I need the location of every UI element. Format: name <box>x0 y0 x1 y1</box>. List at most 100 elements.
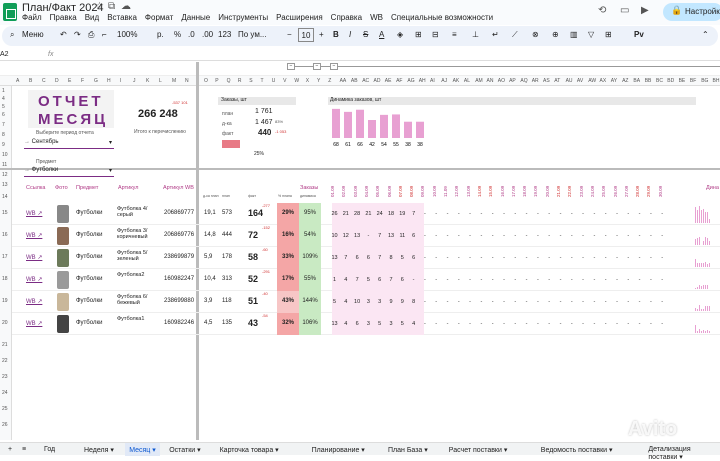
col-header-AA[interactable]: AA <box>340 78 347 84</box>
bold-icon[interactable]: B <box>333 30 339 39</box>
row-header-4[interactable]: 4 <box>2 96 5 102</box>
col-header-G[interactable]: G <box>94 78 98 84</box>
menu-item-3[interactable]: Вставка <box>107 13 137 22</box>
row-header-7[interactable]: 7 <box>2 122 5 128</box>
col-header-AC[interactable]: AC <box>362 78 369 84</box>
row-header-16[interactable]: 16 <box>2 232 8 238</box>
row-header-17[interactable]: 17 <box>2 254 8 260</box>
menu-item-1[interactable]: Правка <box>50 13 77 22</box>
menu-search[interactable]: Меню <box>22 30 44 39</box>
col-header-D[interactable]: D <box>55 78 59 84</box>
wb-link[interactable]: WB ↗ <box>26 320 42 327</box>
row-header-9[interactable]: 9 <box>2 142 5 148</box>
wrap-icon[interactable]: ↵ <box>492 30 499 39</box>
menu-item-10[interactable]: Специальные возможности <box>391 13 493 22</box>
tab-4[interactable]: Карточка товара ▾ <box>216 446 283 454</box>
format-button[interactable]: 123 <box>218 30 231 39</box>
percent-button[interactable]: % <box>174 30 181 39</box>
row-header-12[interactable]: 12 <box>2 172 8 178</box>
search-icon[interactable]: ⌕ <box>10 30 14 40</box>
menu-item-4[interactable]: Формат <box>145 13 173 22</box>
col-header-AW[interactable]: AW <box>588 78 596 84</box>
row-header-14[interactable]: 14 <box>2 194 8 200</box>
col-header-AN[interactable]: AN <box>487 78 494 84</box>
tab-0[interactable]: Год <box>40 446 59 453</box>
col-header-AD[interactable]: AD <box>374 78 381 84</box>
name-box[interactable]: A2 <box>0 51 9 58</box>
col-header-AU[interactable]: AU <box>566 78 573 84</box>
video-call-icon[interactable]: ▶ <box>641 5 649 16</box>
menu-item-2[interactable]: Вид <box>85 13 99 22</box>
borders-icon[interactable]: ⊞ <box>415 30 422 39</box>
col-header-F[interactable]: F <box>81 78 84 84</box>
tab-1[interactable]: Неделя ▾ <box>80 446 118 454</box>
wb-link[interactable]: WB ↗ <box>26 276 42 283</box>
row-header-24[interactable]: 24 <box>2 390 8 396</box>
history-icon[interactable]: ⟲ <box>598 5 606 16</box>
wb-link[interactable]: WB ↗ <box>26 232 42 239</box>
col-header-I[interactable]: I <box>120 78 121 84</box>
tab-9[interactable]: Детализация поставки ▾ <box>644 446 720 461</box>
menu-item-8[interactable]: Справка <box>331 13 362 22</box>
menu-item-5[interactable]: Данные <box>181 13 210 22</box>
row-header-15[interactable]: 15 <box>2 210 8 216</box>
col-header-AG[interactable]: AG <box>407 78 414 84</box>
wb-link[interactable]: WB ↗ <box>26 254 42 261</box>
move-icon[interactable]: ⧉ <box>108 1 115 12</box>
chart-icon[interactable]: ▥ <box>570 30 578 39</box>
col-header-BA[interactable]: BA <box>633 78 640 84</box>
col-header-A[interactable]: A <box>16 78 19 84</box>
col-header-P[interactable]: P <box>215 78 218 84</box>
all-sheets-icon[interactable]: ≡ <box>22 446 26 453</box>
menu-item-7[interactable]: Расширения <box>276 13 323 22</box>
col-header-R[interactable]: R <box>238 78 242 84</box>
star-icon[interactable]: ☆ <box>95 1 104 12</box>
font-size-decrease[interactable]: − <box>287 30 292 39</box>
col-header-W[interactable]: W <box>294 78 299 84</box>
decrease-decimal-button[interactable]: .0 <box>188 30 195 39</box>
col-header-E[interactable]: E <box>68 78 71 84</box>
redo-icon[interactable]: ↷ <box>74 30 81 39</box>
currency-button[interactable]: р. <box>157 30 164 39</box>
col-header-H[interactable]: H <box>107 78 111 84</box>
col-header-AT[interactable]: AT <box>554 78 560 84</box>
comment-icon[interactable]: ▭ <box>620 5 629 16</box>
col-header-AB[interactable]: AB <box>351 78 358 84</box>
col-header-Y[interactable]: Y <box>317 78 320 84</box>
wb-link[interactable]: WB ↗ <box>26 210 42 217</box>
col-header-AE[interactable]: AE <box>385 78 392 84</box>
zoom-select[interactable]: 100% <box>117 30 137 39</box>
col-header-AM[interactable]: AM <box>475 78 483 84</box>
col-header-B[interactable]: B <box>29 78 32 84</box>
filter-views-icon[interactable]: ⊞ <box>605 30 612 39</box>
font-select[interactable]: По ум... <box>238 30 267 39</box>
col-header-AJ[interactable]: AJ <box>441 78 447 84</box>
tab-3[interactable]: Остатки ▾ <box>165 446 204 454</box>
col-header-AQ[interactable]: AQ <box>520 78 527 84</box>
row-header-6[interactable]: 6 <box>2 112 5 118</box>
col-header-Z[interactable]: Z <box>328 78 331 84</box>
col-header-AH[interactable]: AH <box>419 78 426 84</box>
paint-format-icon[interactable]: ⌐ <box>102 30 107 39</box>
undo-icon[interactable]: ↶ <box>60 30 67 39</box>
col-header-U[interactable]: U <box>272 78 276 84</box>
col-header-AP[interactable]: AP <box>509 78 516 84</box>
col-header-O[interactable]: O <box>204 78 208 84</box>
col-header-AX[interactable]: AX <box>600 78 607 84</box>
tab-5[interactable]: Планирование ▾ <box>308 446 369 454</box>
period-select[interactable]: → Сентябрь ▾ <box>24 139 114 149</box>
row-header-5[interactable]: 5 <box>2 104 5 110</box>
col-header-BD[interactable]: BD <box>667 78 674 84</box>
col-header-AY[interactable]: AY <box>611 78 617 84</box>
col-header-AS[interactable]: AS <box>543 78 550 84</box>
col-header-AF[interactable]: AF <box>396 78 402 84</box>
menu-item-9[interactable]: WB <box>370 13 383 22</box>
strikethrough-icon[interactable]: S <box>363 30 368 39</box>
row-header-1[interactable]: 1 <box>2 88 5 94</box>
add-sheet-icon[interactable]: + <box>8 446 12 453</box>
col-header-K[interactable]: K <box>146 78 149 84</box>
row-header-21[interactable]: 21 <box>2 342 8 348</box>
row-header-8[interactable]: 8 <box>2 132 5 138</box>
group-collapse-icon[interactable]: − <box>330 63 338 70</box>
rotate-icon[interactable]: ⟋ <box>512 30 518 40</box>
